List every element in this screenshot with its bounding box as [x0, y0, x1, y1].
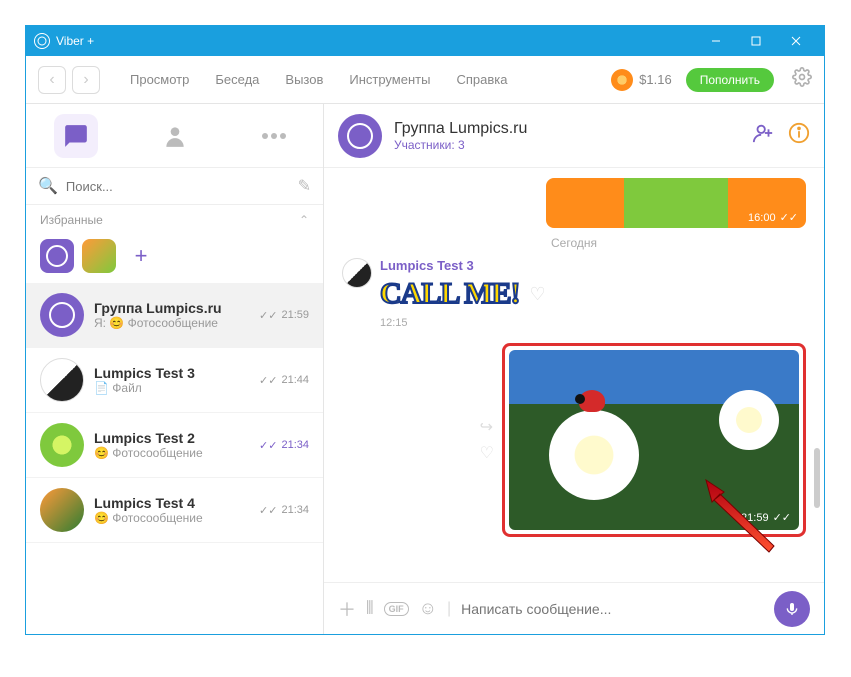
chat-sub: 😊 Фотосообщение — [94, 511, 249, 525]
messages-area[interactable]: 16:00✓✓ Сегодня Lumpics Test 3 CALL ME! … — [324, 168, 824, 582]
sticker-button[interactable]: ☺ — [419, 598, 437, 619]
read-icon: ✓✓ — [780, 211, 798, 224]
add-member-button[interactable] — [752, 122, 774, 149]
voice-button[interactable] — [774, 591, 810, 627]
read-icon: ✓✓ — [259, 309, 277, 322]
avatar-icon — [40, 293, 84, 337]
sender-name[interactable]: Lumpics Test 3 — [380, 258, 546, 273]
settings-button[interactable] — [792, 67, 812, 92]
info-button[interactable] — [788, 122, 810, 149]
read-icon: ✓✓ — [773, 511, 791, 524]
top-toolbar: ‹ › Просмотр Беседа Вызов Инструменты Сп… — [26, 56, 824, 104]
sent-photo-message[interactable]: 21:59✓✓ — [509, 350, 799, 530]
sender-avatar[interactable] — [342, 258, 372, 288]
like-button[interactable]: ♡ — [480, 443, 494, 463]
tab-contacts[interactable] — [153, 114, 197, 158]
read-icon: ✓✓ — [259, 374, 277, 387]
scrollbar[interactable] — [814, 448, 820, 508]
incoming-message: Lumpics Test 3 CALL ME! ♡ — [342, 258, 806, 311]
balance-value: $1.16 — [639, 72, 672, 87]
chat-sub: 📄 Файл — [94, 381, 249, 395]
chat-sub: 😊 Фотосообщение — [94, 446, 249, 460]
search-input[interactable] — [66, 179, 290, 194]
maximize-button[interactable] — [736, 26, 776, 56]
chat-name: Lumpics Test 4 — [94, 495, 249, 511]
favorite-1[interactable] — [40, 239, 74, 273]
favorites-collapse[interactable]: ⌃ — [299, 213, 309, 227]
sidebar: 🔍 ✎ Избранные ⌃ + Группа Lumpics.ru Я: 😊… — [26, 104, 324, 634]
menu-tools[interactable]: Инструменты — [339, 66, 440, 93]
tab-more[interactable] — [252, 114, 296, 158]
read-icon: ✓✓ — [259, 504, 277, 517]
balance[interactable]: $1.16 — [611, 69, 672, 91]
chat-item-2[interactable]: Lumpics Test 3 📄 Файл ✓✓21:44 — [26, 348, 323, 413]
prev-photo-message[interactable]: 16:00✓✓ — [546, 178, 806, 228]
viber-icon — [34, 33, 50, 49]
chat-item-4[interactable]: Lumpics Test 4 😊 Фотосообщение ✓✓21:34 — [26, 478, 323, 543]
like-button[interactable]: ♡ — [530, 284, 546, 305]
topup-button[interactable]: Пополнить — [686, 68, 774, 92]
day-separator: Сегодня — [342, 236, 806, 250]
read-icon: ✓✓ — [259, 439, 277, 452]
avatar-icon — [40, 358, 84, 402]
chat-item-1[interactable]: Группа Lumpics.ru Я: 😊 Фотосообщение ✓✓2… — [26, 283, 323, 348]
sticker[interactable]: CALL ME! — [380, 277, 520, 311]
avatar-icon — [40, 423, 84, 467]
menu-view[interactable]: Просмотр — [120, 66, 199, 93]
flower-decor — [549, 410, 639, 500]
msg-time: 12:15 — [380, 317, 806, 329]
favorites-header: Избранные — [40, 213, 103, 227]
main-panel: Группа Lumpics.ru Участники: 3 16:00✓✓ С… — [324, 104, 824, 634]
forward-button[interactable]: ↪ — [480, 417, 494, 437]
nav-fwd-button[interactable]: › — [72, 66, 100, 94]
menu-call[interactable]: Вызов — [275, 66, 333, 93]
chat-list: Группа Lumpics.ru Я: 😊 Фотосообщение ✓✓2… — [26, 283, 323, 634]
nav-back-button[interactable]: ‹ — [38, 66, 66, 94]
favorite-2[interactable] — [82, 239, 116, 273]
chat-header-name: Группа Lumpics.ru — [394, 120, 740, 138]
sent-photo-highlight: 21:59✓✓ — [502, 343, 806, 537]
favorite-add[interactable]: + — [124, 239, 158, 273]
titlebar: Viber + — [26, 26, 824, 56]
chat-name: Lumpics Test 3 — [94, 365, 249, 381]
window-title: Viber + — [56, 34, 696, 48]
ladybug-decor — [579, 390, 605, 412]
composer: ＋ ⫴ GIF ☺ | — [324, 582, 824, 634]
gif-button[interactable]: GIF — [384, 602, 409, 616]
chat-sub: Я: 😊 Фотосообщение — [94, 316, 249, 330]
compose-button[interactable]: ✎ — [298, 176, 311, 196]
chat-header-avatar[interactable] — [338, 114, 382, 158]
chat-item-3[interactable]: Lumpics Test 2 😊 Фотосообщение ✓✓21:34 — [26, 413, 323, 478]
avatar-icon — [40, 488, 84, 532]
tab-chats[interactable] — [54, 114, 98, 158]
minimize-button[interactable] — [696, 26, 736, 56]
chat-name: Группа Lumpics.ru — [94, 300, 249, 316]
menu-help[interactable]: Справка — [446, 66, 517, 93]
message-input[interactable] — [461, 601, 764, 617]
coin-icon — [611, 69, 633, 91]
chat-name: Lumpics Test 2 — [94, 430, 249, 446]
menu-chat[interactable]: Беседа — [205, 66, 269, 93]
attach-button[interactable]: ＋ — [338, 596, 356, 622]
chat-header-members[interactable]: Участники: 3 — [394, 138, 740, 152]
audio-button[interactable]: ⫴ — [366, 598, 374, 619]
search-icon: 🔍 — [38, 176, 58, 196]
close-button[interactable] — [776, 26, 816, 56]
flower-decor — [719, 390, 779, 450]
